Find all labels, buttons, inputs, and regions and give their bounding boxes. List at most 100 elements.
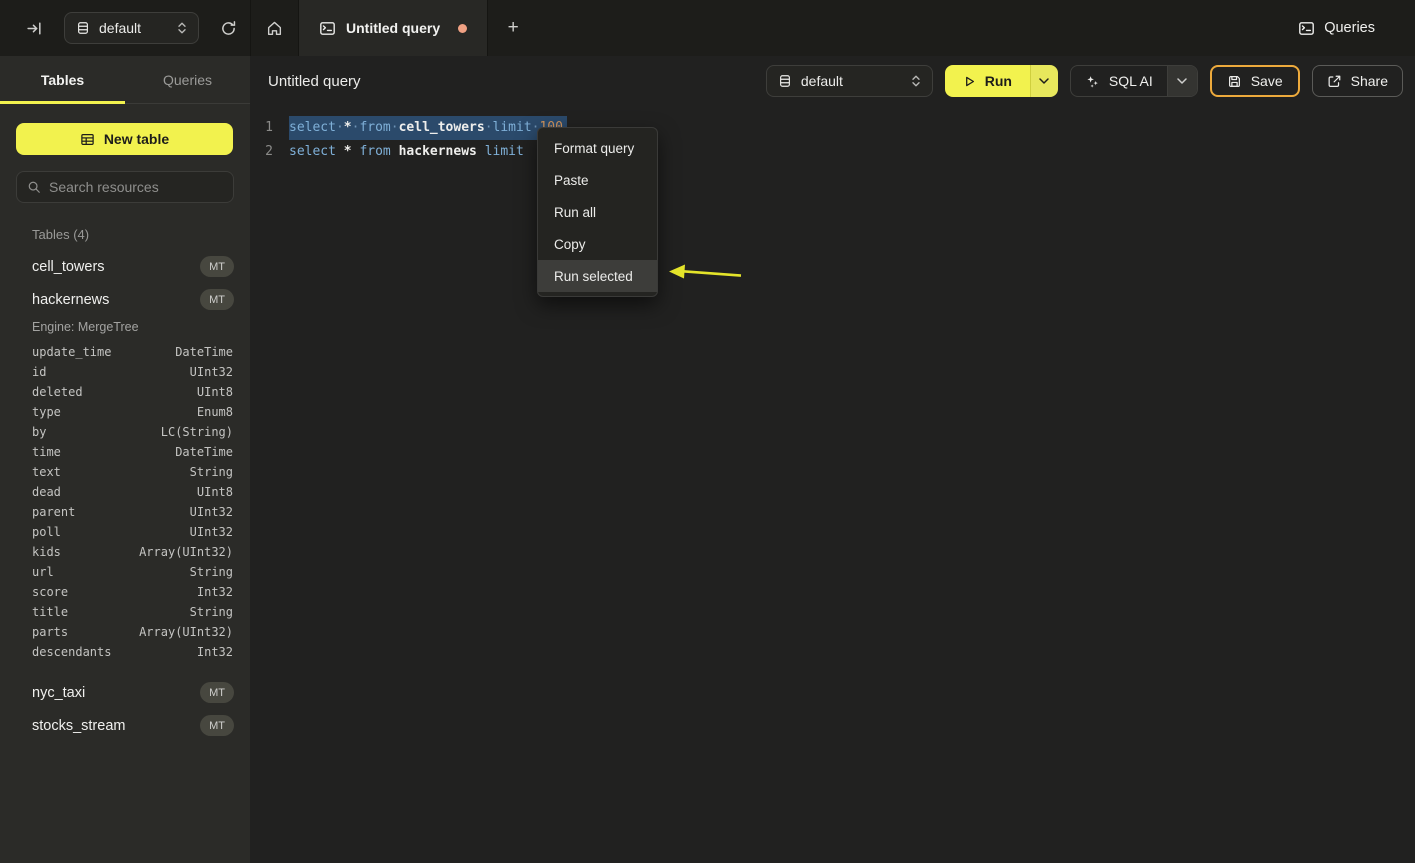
search-box <box>16 171 234 203</box>
column-row: score Int32 <box>0 582 250 602</box>
column-row: parentUInt32 <box>0 502 250 522</box>
menu-item-run-selected[interactable]: Run selected <box>538 260 657 292</box>
terminal-icon <box>1298 20 1315 37</box>
code-token: · <box>391 120 399 135</box>
editor-header: Untitled query default <box>250 56 1415 106</box>
menu-item-paste[interactable]: Paste <box>538 164 657 196</box>
code-token: cell_towers <box>399 120 485 135</box>
queries-link[interactable]: Queries <box>1298 0 1415 56</box>
code-token <box>336 144 344 159</box>
column-type: Int32 <box>197 645 233 659</box>
home-tab-button[interactable] <box>250 0 298 56</box>
code-line[interactable]: 2select * from hackernews limit <box>250 140 1415 164</box>
new-table-button[interactable]: New table <box>16 123 233 155</box>
column-row: update_time DateTime <box>0 342 250 362</box>
table-name: stocks_stream <box>32 718 125 734</box>
search-input[interactable] <box>49 179 230 195</box>
column-name: dead <box>32 485 61 499</box>
code-token: select <box>289 120 336 135</box>
run-button-label: Run <box>985 73 1012 89</box>
table-row-stocks-stream[interactable]: stocks_stream MT <box>0 709 250 742</box>
code-token: from <box>359 120 390 135</box>
database-icon <box>76 21 90 35</box>
query-database-selector[interactable]: default <box>766 65 933 97</box>
share-button-label: Share <box>1351 73 1388 89</box>
column-row: partsArray(UInt32) <box>0 622 250 642</box>
code-token: limit <box>485 144 524 159</box>
new-table-label: New table <box>104 131 169 147</box>
column-row: pollUInt32 <box>0 522 250 542</box>
column-name: time <box>32 445 61 459</box>
column-name: score <box>32 585 68 599</box>
code-token: · <box>336 120 344 135</box>
column-name: deleted <box>32 385 83 399</box>
sidebar-tab-queries[interactable]: Queries <box>125 56 250 103</box>
column-row: descendantsInt32 <box>0 642 250 662</box>
column-row: kidsArray(UInt32) <box>0 542 250 562</box>
sidebar-tab-tables[interactable]: Tables <box>0 56 125 103</box>
column-type: UInt32 <box>190 365 233 379</box>
code-token: from <box>359 144 390 159</box>
engine-badge: MT <box>200 256 234 277</box>
collapse-sidebar-button[interactable] <box>20 14 48 42</box>
column-type: Array(UInt32) <box>139 545 233 559</box>
menu-item-copy[interactable]: Copy <box>538 228 657 260</box>
table-row-hackernews[interactable]: hackernewsMT <box>0 283 250 316</box>
code-editor[interactable]: 1select·*·from·cell_towers·limit·1002sel… <box>250 116 1415 164</box>
sql-ai-options-button[interactable] <box>1167 66 1197 96</box>
search-icon <box>27 180 41 194</box>
table-engine-label: Engine: MergeTree <box>0 316 250 342</box>
table-row-nyc-taxi[interactable]: nyc_taxiMT <box>0 676 250 709</box>
tab-untitled-query[interactable]: Untitled query <box>298 0 488 56</box>
new-tab-button[interactable]: + <box>488 0 538 56</box>
run-button[interactable]: Run <box>945 65 1030 97</box>
share-icon <box>1327 74 1342 89</box>
tab-strip: Untitled query + <box>250 0 538 56</box>
table-grid-icon <box>80 132 95 147</box>
column-name: id <box>32 365 46 379</box>
code-line[interactable]: 1select·*·from·cell_towers·limit·100 <box>250 116 1415 140</box>
column-name: parent <box>32 505 75 519</box>
topbar-database-selector[interactable]: default <box>64 12 199 44</box>
column-name: text <box>32 465 61 479</box>
annotation-arrow <box>665 260 747 284</box>
column-row: id UInt32 <box>0 362 250 382</box>
column-row: typeEnum8 <box>0 402 250 422</box>
main-panel: Untitled query default <box>250 56 1415 863</box>
menu-item-run-all[interactable]: Run all <box>538 196 657 228</box>
refresh-button[interactable] <box>214 14 242 42</box>
column-type: Enum8 <box>197 405 233 419</box>
tables-section-header: Tables (4) <box>32 227 250 242</box>
table-row-cell-towers[interactable]: cell_towers MT <box>0 250 250 283</box>
save-button[interactable]: Save <box>1210 65 1300 97</box>
column-type: DateTime <box>175 445 233 459</box>
column-row: byLC(String) <box>0 422 250 442</box>
column-type: LC(String) <box>161 425 233 439</box>
run-options-button[interactable] <box>1030 65 1058 97</box>
menu-item-format-query[interactable]: Format query <box>538 132 657 164</box>
engine-badge: MT <box>200 715 234 736</box>
chevron-down-icon <box>1177 78 1187 84</box>
column-name: update_time <box>32 345 111 359</box>
topbar: default <box>0 0 1415 56</box>
collapse-sidebar-icon <box>26 20 43 37</box>
sql-ai-button[interactable]: SQL AI <box>1071 66 1167 96</box>
line-number: 1 <box>250 116 273 140</box>
table-name: hackernews <box>32 292 109 308</box>
query-database-value: default <box>801 73 902 89</box>
column-type: UInt8 <box>197 485 233 499</box>
table-name: cell_towers <box>32 259 105 275</box>
code-token <box>477 144 485 159</box>
save-button-label: Save <box>1251 73 1283 89</box>
code-token: hackernews <box>399 144 477 159</box>
column-type: Int32 <box>197 585 233 599</box>
column-type: Array(UInt32) <box>139 625 233 639</box>
refresh-icon <box>220 20 237 37</box>
engine-badge: MT <box>200 682 234 703</box>
database-selector-value: default <box>99 20 168 36</box>
share-button[interactable]: Share <box>1312 65 1403 97</box>
play-icon <box>963 75 976 88</box>
sql-ai-label: SQL AI <box>1109 73 1153 89</box>
column-row: dead UInt8 <box>0 482 250 502</box>
column-type: DateTime <box>175 345 233 359</box>
